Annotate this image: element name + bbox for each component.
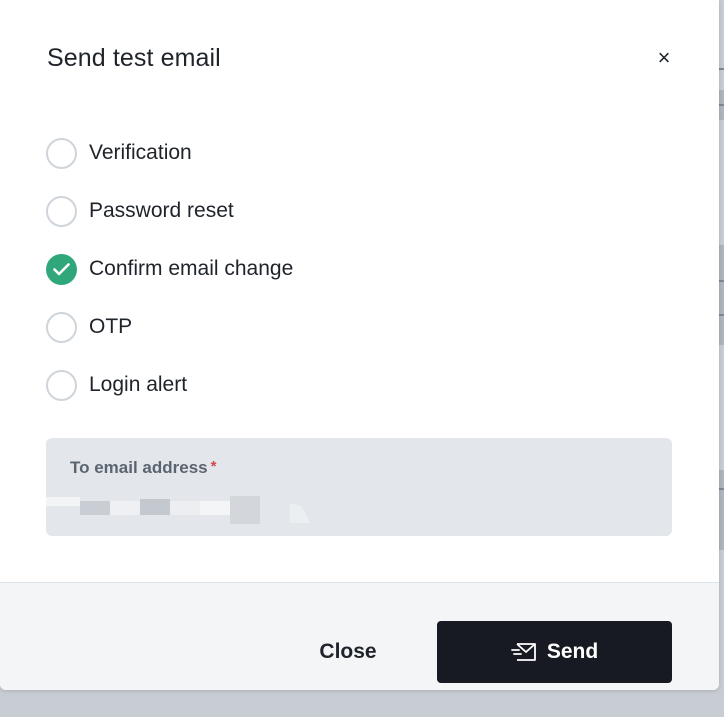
- radio-unchecked-icon[interactable]: [46, 311, 77, 343]
- backdrop-page-fragment: [719, 470, 724, 550]
- email-field-label: To email address *: [70, 458, 216, 478]
- radio-checked-icon[interactable]: [46, 253, 77, 285]
- redacted-text-block: [200, 501, 230, 515]
- backdrop-text-fragment: [719, 68, 724, 70]
- radio-option-label: Password reset: [89, 199, 234, 222]
- send-button[interactable]: Send: [437, 621, 672, 683]
- close-icon[interactable]: ×: [651, 45, 677, 71]
- backdrop-text-fragment: [719, 488, 724, 490]
- radio-unchecked-icon[interactable]: [46, 369, 77, 401]
- redacted-text-block: [170, 501, 200, 515]
- radio-unchecked-icon[interactable]: [46, 195, 77, 227]
- send-test-email-dialog: Send test email × Verification Password …: [0, 0, 719, 690]
- radio-option-label: Confirm email change: [89, 257, 294, 280]
- backdrop-text-fragment: [719, 280, 724, 282]
- to-email-address-field[interactable]: To email address *: [46, 438, 672, 536]
- radio-unchecked-icon[interactable]: [46, 137, 77, 169]
- dialog-title: Send test email: [47, 44, 221, 72]
- close-button[interactable]: Close: [300, 621, 396, 683]
- redacted-text-block: [290, 503, 310, 523]
- envelope-send-icon: [510, 642, 537, 662]
- radio-option-label: OTP: [89, 315, 133, 338]
- radio-option-otp[interactable]: OTP: [46, 298, 446, 356]
- redacted-text-block: [140, 499, 170, 515]
- backdrop-text-fragment: [719, 104, 724, 106]
- email-field-label-text: To email address: [70, 458, 208, 477]
- radio-option-label: Login alert: [89, 373, 188, 396]
- redacted-text-block: [80, 501, 110, 515]
- redacted-text-block: [110, 501, 140, 515]
- radio-option-login-alert[interactable]: Login alert: [46, 356, 446, 414]
- radio-option-password-reset[interactable]: Password reset: [46, 182, 446, 240]
- backdrop-text-fragment: [719, 314, 724, 316]
- required-marker: *: [210, 458, 217, 475]
- checkmark-icon: [53, 262, 70, 275]
- radio-option-verification[interactable]: Verification: [46, 124, 446, 182]
- email-input-redacted-value[interactable]: [46, 493, 326, 525]
- redacted-text-block: [46, 497, 80, 506]
- dialog-header: Send test email ×: [0, 0, 719, 110]
- backdrop-page-fragment: [719, 245, 724, 345]
- send-button-label: Send: [546, 640, 599, 663]
- radio-option-confirm-email-change[interactable]: Confirm email change: [46, 240, 446, 298]
- email-template-radio-group: Verification Password reset Confirm emai…: [46, 124, 446, 414]
- redacted-text-block: [230, 496, 260, 524]
- dialog-footer: Close Send: [0, 582, 719, 690]
- radio-option-label: Verification: [89, 141, 192, 164]
